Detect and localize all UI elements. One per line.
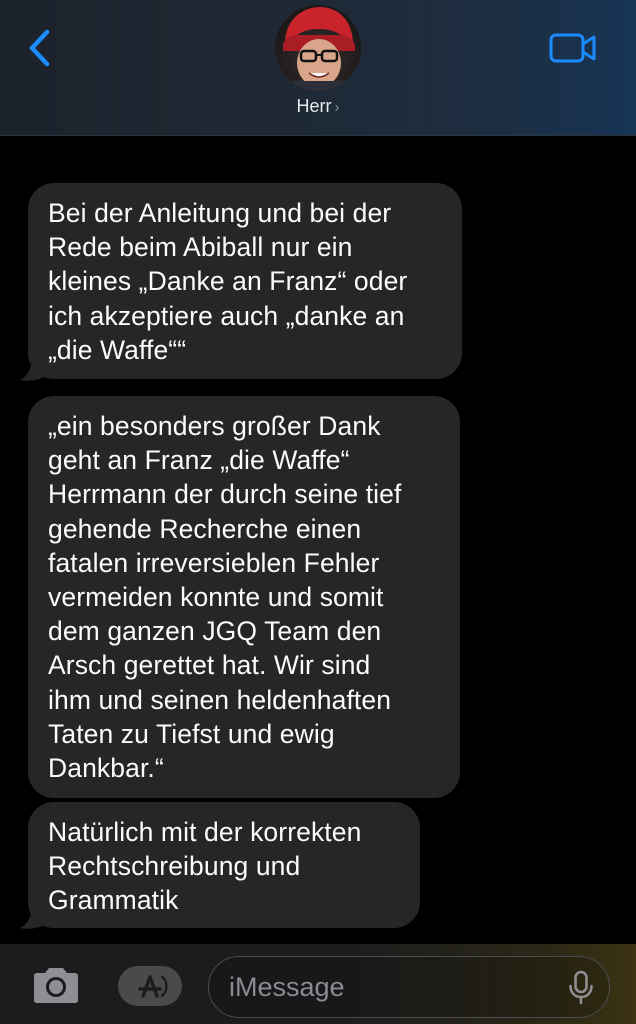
app-store-icon: [138, 975, 168, 998]
avatar-image: [275, 5, 361, 91]
contact-chevron-icon: ›: [334, 99, 340, 116]
message-line: Taten zu Tiefst und ewig: [48, 718, 335, 749]
message-line: ich akzeptiere auch „danke an: [48, 300, 405, 331]
message-line: ihm und seinen heldenhaften: [48, 684, 392, 715]
message-line: Bei der Anleitung und bei der: [48, 198, 392, 228]
message-line: Grammatik: [48, 885, 179, 916]
message-line: Arsch gerettet hat. Wir sind: [48, 650, 371, 681]
message-bubble-received[interactable]: „ein besonders großer Dank geht an Franz…: [28, 396, 460, 798]
message-line: kleines „Danke an Franz“ oder: [48, 266, 408, 297]
conversation-header: Herr ›: [0, 0, 636, 136]
imessage-conversation: Herr › Bei der Anleitung und bei der Rede…: [0, 0, 636, 1024]
message-line: Dankbar.“: [48, 753, 164, 784]
message-line: Natürlich mit der korrekten: [48, 817, 362, 847]
app-store-button[interactable]: [118, 966, 182, 1006]
bubble-tail: [20, 904, 48, 929]
message-line: Herrmann der durch seine tief: [48, 479, 402, 510]
message-text-input[interactable]: [229, 957, 559, 1017]
message-line: dem ganzen JGQ Team den: [48, 616, 382, 647]
message-line: geht an Franz „die Waffe“: [48, 445, 350, 476]
message-line: Rechtschreibung und: [48, 851, 301, 882]
message-line: „die Waffe““: [48, 334, 187, 365]
contact-name: Herr: [296, 96, 332, 116]
video-camera-icon: [549, 33, 596, 63]
dictation-button[interactable]: [563, 969, 599, 1005]
bubble-tail: [20, 356, 48, 381]
facetime-video-button[interactable]: [548, 30, 598, 66]
back-chevron-icon: [29, 29, 50, 67]
message-line: Rede beim Abiball nur ein: [48, 232, 353, 263]
camera-icon: [34, 968, 78, 1003]
message-bubble-received[interactable]: Natürlich mit der korrekten Rechtschreib…: [28, 802, 420, 928]
microphone-icon: [569, 970, 593, 1005]
message-bubble-received[interactable]: Bei der Anleitung und bei der Rede beim …: [28, 183, 462, 379]
message-line: „ein besonders großer Dank: [48, 411, 381, 441]
message-line: vermeiden konnte und somit: [48, 582, 384, 613]
camera-button[interactable]: [30, 966, 82, 1006]
message-line: gehende Recherche einen: [48, 513, 362, 544]
imessage-input-field[interactable]: [208, 956, 610, 1018]
back-button[interactable]: [22, 26, 58, 70]
contact-name-row[interactable]: Herr ›: [0, 96, 636, 117]
contact-avatar[interactable]: [275, 5, 361, 91]
message-line: fatalen irreversieblen Fehler: [48, 547, 380, 578]
